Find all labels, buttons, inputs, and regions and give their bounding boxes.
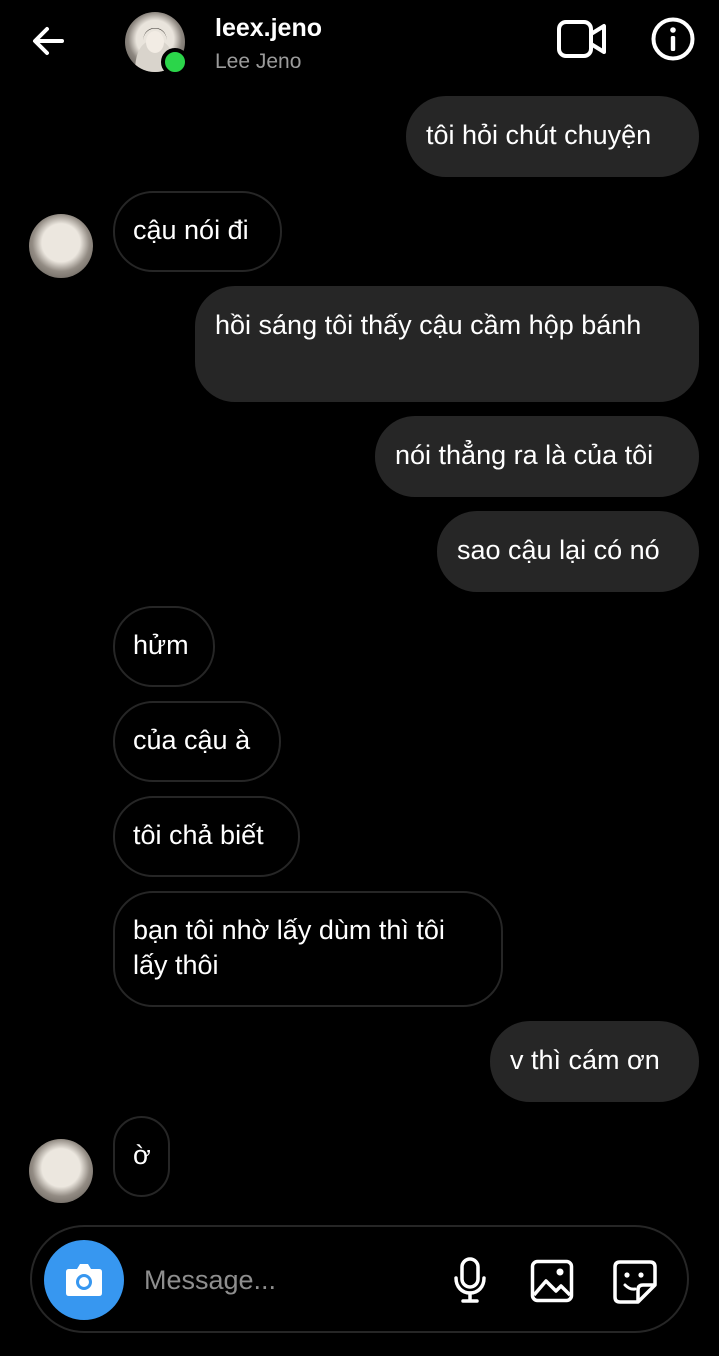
microphone-icon (454, 1257, 486, 1303)
camera-icon (66, 1264, 102, 1296)
message-bubble-incoming[interactable]: hửm (113, 606, 215, 687)
back-button[interactable] (28, 20, 70, 62)
message-bubble-incoming[interactable]: bạn tôi nhờ lấy dùm thì tôi lấy thôi (113, 891, 503, 1007)
gallery-icon (530, 1259, 574, 1303)
online-status-indicator (161, 48, 189, 76)
message-bubble-outgoing[interactable]: tôi hỏi chút chuyện (406, 96, 699, 177)
sender-avatar[interactable] (29, 1139, 93, 1203)
video-call-button[interactable] (556, 18, 608, 60)
message-composer (30, 1225, 689, 1333)
contact-display-name: Lee Jeno (215, 50, 302, 73)
message-bubble-incoming[interactable]: của cậu à (113, 701, 281, 782)
back-arrow-icon (33, 27, 64, 55)
sticker-icon (613, 1260, 657, 1304)
message-input[interactable] (144, 1257, 434, 1303)
voice-message-button[interactable] (452, 1256, 488, 1304)
video-call-icon (557, 20, 606, 58)
message-bubble-outgoing[interactable]: sao cậu lại có nó (437, 511, 699, 592)
info-button[interactable] (650, 16, 696, 62)
camera-button[interactable] (44, 1240, 124, 1320)
message-bubble-incoming[interactable]: ờ (113, 1116, 170, 1197)
message-bubble-outgoing[interactable]: nói thẳng ra là của tôi (375, 416, 699, 497)
sticker-button[interactable] (612, 1259, 658, 1305)
message-bubble-outgoing[interactable]: v thì cám ơn (490, 1021, 699, 1102)
sender-avatar[interactable] (29, 214, 93, 278)
message-bubble-incoming[interactable]: cậu nói đi (113, 191, 282, 272)
contact-username[interactable]: leex.jeno (215, 14, 322, 43)
chat-header: leex.jeno Lee Jeno (0, 0, 719, 84)
chat-screen: leex.jeno Lee Jeno tôi hỏi chút chuyện c… (0, 0, 719, 1356)
gallery-button[interactable] (530, 1259, 574, 1303)
message-bubble-incoming[interactable]: tôi chả biết (113, 796, 300, 877)
message-bubble-outgoing[interactable]: hồi sáng tôi thấy cậu cầm hộp bánh (195, 286, 699, 402)
info-icon (651, 17, 695, 61)
